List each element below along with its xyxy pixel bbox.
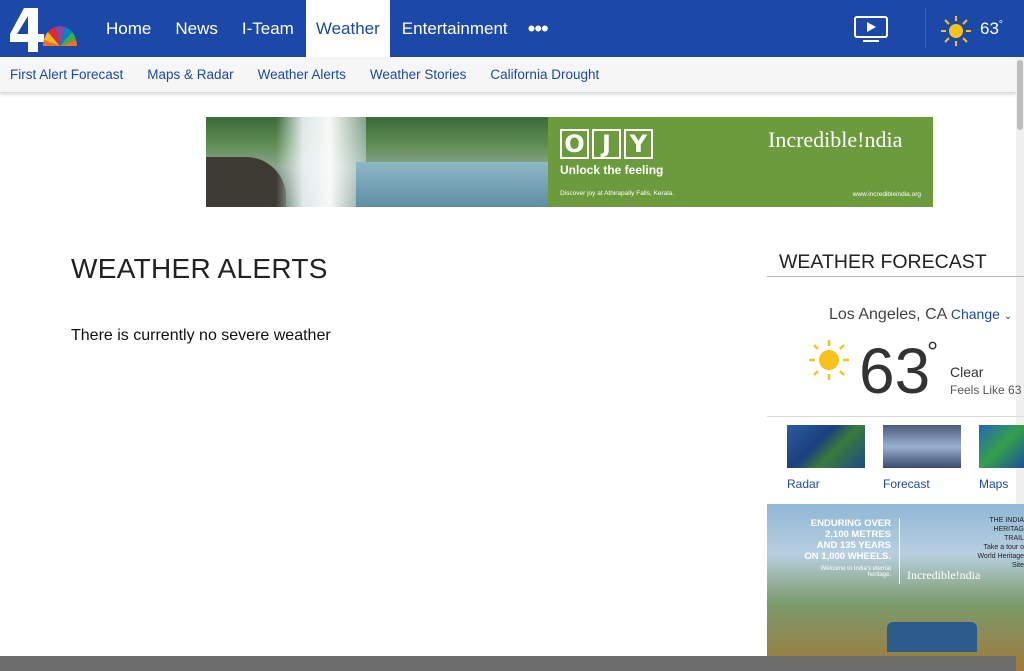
maps-link[interactable]: Maps xyxy=(979,477,1008,491)
sun-icon xyxy=(808,339,850,386)
scrollbar-thumb[interactable] xyxy=(1017,60,1023,130)
maps-thumbnail[interactable] xyxy=(979,425,1024,468)
side-ad-train-image xyxy=(887,622,977,652)
ad-caption: Discover joy at Athirapally Falls, Keral… xyxy=(560,190,675,197)
weather-forecast-title: WEATHER FORECAST xyxy=(767,251,1024,277)
forecast-link[interactable]: Forecast xyxy=(883,477,930,491)
nav-item-home[interactable]: Home xyxy=(94,0,163,57)
nav-item-weather[interactable]: Weather xyxy=(305,0,390,57)
no-alerts-message: There is currently no severe weather xyxy=(71,327,331,344)
ad-water xyxy=(356,162,548,207)
header-divider xyxy=(925,8,926,48)
subnav-california-drought[interactable]: California Drought xyxy=(490,67,599,82)
header-temperature[interactable]: 63° xyxy=(980,19,1003,39)
more-menu-button[interactable]: ••• xyxy=(520,0,556,57)
nav-item-i-team[interactable]: I-Team xyxy=(230,0,306,57)
ad-banner[interactable]: O J Y Unlock the feeling Discover joy at… xyxy=(206,117,933,207)
current-temperature: 63 xyxy=(859,335,931,407)
horizontal-scrollbar[interactable] xyxy=(0,656,1016,671)
ad-letter: O xyxy=(560,129,589,159)
page-title: WEATHER ALERTS xyxy=(71,253,328,284)
side-ad-welcome: Welcome to India's eternal heritage. xyxy=(820,566,891,578)
ad-waterfall-image xyxy=(206,117,548,207)
degree-symbol: ° xyxy=(927,336,939,367)
subnav-first-alert-forecast[interactable]: First Alert Forecast xyxy=(10,67,123,82)
location-row: Los Angeles, CA Change ⌄ xyxy=(829,306,1012,324)
ad-tagline: Unlock the feeling xyxy=(560,163,664,177)
main-nav: Home News I-Team Weather Entertainment •… xyxy=(94,0,556,57)
side-ad[interactable]: ENDURING OVER 2,100 METRES AND 135 YEARS… xyxy=(767,504,1024,671)
chevron-down-icon: ⌄ xyxy=(1003,311,1013,322)
radar-link[interactable]: Radar xyxy=(787,477,820,491)
weather-subnav: First Alert Forecast Maps & Radar Weathe… xyxy=(0,57,1016,93)
forecast-divider xyxy=(767,416,1024,417)
ad-letter: Y xyxy=(624,129,653,159)
side-ad-brand: Incredible!ndia xyxy=(907,568,981,582)
ad-letter: J xyxy=(592,129,621,159)
radar-thumbnail[interactable] xyxy=(787,425,865,468)
subnav-weather-alerts[interactable]: Weather Alerts xyxy=(258,67,346,82)
subnav-weather-stories[interactable]: Weather Stories xyxy=(370,67,467,82)
subnav-maps-radar[interactable]: Maps & Radar xyxy=(147,67,233,82)
nav-item-entertainment[interactable]: Entertainment xyxy=(390,0,520,57)
feels-like: Feels Like 63 ° xyxy=(950,383,1024,397)
ad-ojy-letters: O J Y xyxy=(560,129,653,159)
current-condition: Clear xyxy=(950,364,984,380)
ad-text-panel: O J Y Unlock the feeling Discover joy at… xyxy=(548,117,933,207)
side-ad-headline: ENDURING OVER 2,100 METRES AND 135 YEARS… xyxy=(804,518,891,562)
sun-icon[interactable] xyxy=(940,15,972,52)
top-navigation-bar: Home News I-Team Weather Entertainment •… xyxy=(0,0,1024,57)
side-ad-divider xyxy=(899,518,900,584)
ad-url: www.incredibleindia.org xyxy=(852,191,921,198)
nbc4-logo[interactable] xyxy=(8,6,80,54)
change-location-link[interactable]: Change ⌄ xyxy=(951,306,1012,322)
forecast-thumbnail[interactable] xyxy=(883,425,961,468)
ad-falls xyxy=(276,117,366,207)
nav-item-news[interactable]: News xyxy=(163,0,230,57)
ad-brand-logo: Incredible!ndia xyxy=(768,127,903,152)
tv-play-icon[interactable] xyxy=(853,15,889,48)
side-ad-right-text: THE INDIA HERITAG TRAIL Take a tour o Wo… xyxy=(977,517,1024,569)
ad-rocks xyxy=(206,157,286,207)
location-name: Los Angeles, CA xyxy=(829,306,947,323)
